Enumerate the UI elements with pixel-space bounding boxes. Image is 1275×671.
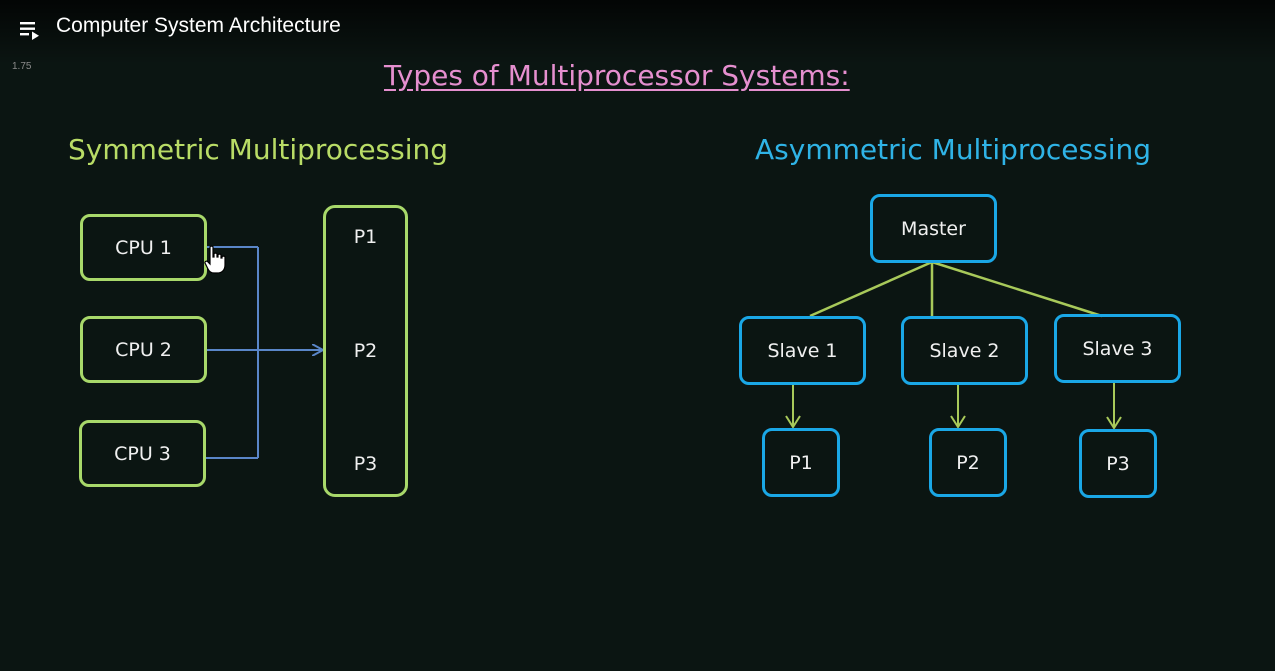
slave-3-label: Slave 3: [1082, 337, 1153, 360]
asym-p1-box: P1: [762, 428, 840, 497]
hand-cursor-icon: [204, 245, 226, 275]
process-p3-label: P3: [353, 453, 378, 475]
slave-1-box: Slave 1: [739, 316, 866, 385]
asym-p1-label: P1: [789, 451, 813, 474]
asym-p3-box: P3: [1079, 429, 1157, 498]
shared-processes-box: P1 P2 P3: [323, 205, 408, 497]
master-box: Master: [870, 194, 997, 263]
slave-2-label: Slave 2: [929, 339, 1000, 362]
asym-p2-box: P2: [929, 428, 1007, 497]
cpu-3-box: CPU 3: [79, 420, 206, 487]
cpu-3-label: CPU 3: [114, 442, 171, 465]
asym-p2-label: P2: [956, 451, 980, 474]
process-p2-label: P2: [353, 340, 378, 362]
cpu-1-label: CPU 1: [115, 236, 172, 259]
process-p1-label: P1: [353, 226, 378, 248]
cpu-2-box: CPU 2: [80, 316, 207, 383]
cpu-2-label: CPU 2: [115, 338, 172, 361]
slave-2-box: Slave 2: [901, 316, 1028, 385]
slave-3-box: Slave 3: [1054, 314, 1181, 383]
slave-1-label: Slave 1: [767, 339, 838, 362]
master-slave3-line: [931, 260, 1103, 318]
master-label: Master: [901, 217, 966, 240]
master-slave1-line: [809, 260, 933, 318]
asym-p3-label: P3: [1106, 452, 1130, 475]
cpu-1-box: CPU 1: [80, 214, 207, 281]
